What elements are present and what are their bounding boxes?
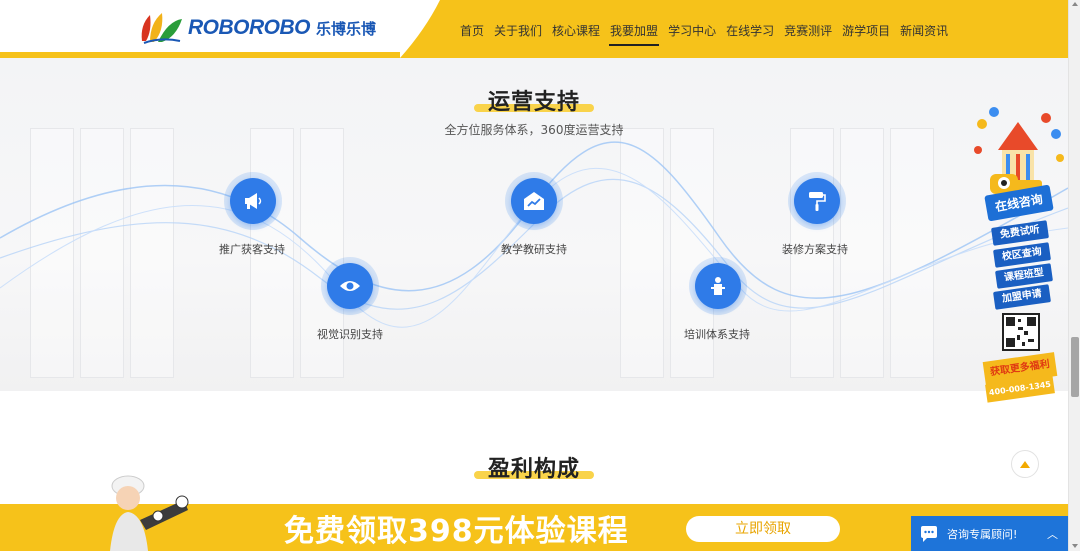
chat-widget[interactable]: 咨询专属顾问! ︿ — [911, 516, 1068, 551]
chart-envelope-icon — [524, 192, 544, 210]
ops-node-label: 装修方案支持 — [782, 243, 848, 256]
chat-label: 咨询专属顾问! — [947, 527, 1018, 541]
ops-node-decoration[interactable] — [788, 172, 846, 230]
leaf-logo-icon — [141, 13, 182, 44]
nav-courses[interactable]: 核心课程 — [547, 0, 605, 58]
logo-chinese-name: 乐博乐博 — [316, 19, 377, 38]
ops-section-title: 运营支持 — [488, 90, 581, 115]
nav-franchise[interactable]: 我要加盟 — [605, 0, 663, 58]
eye-icon — [340, 281, 360, 291]
scroll-to-top-button[interactable] — [1011, 450, 1039, 478]
profit-title-wrap: 盈利构成 — [474, 451, 595, 483]
ops-node-promotion[interactable] — [224, 172, 282, 230]
claim-now-button[interactable]: 立即领取 — [686, 516, 840, 542]
qr-code — [1002, 313, 1040, 351]
ops-section-subtitle: 全方位服务体系，360度运营支持 — [444, 123, 624, 137]
chat-expand-toggle[interactable]: ︿ — [1047, 526, 1058, 542]
nav-competition[interactable]: 竞赛测评 — [779, 0, 837, 58]
ops-node-visual-identity[interactable] — [321, 257, 379, 315]
node-core — [230, 178, 276, 224]
ops-node-label: 视觉识别支持 — [317, 328, 383, 341]
ops-node-label: 培训体系支持 — [684, 328, 750, 341]
qr-code-icon — [1006, 317, 1036, 347]
chat-bubble-icon — [921, 525, 937, 542]
scroll-down-arrow[interactable] — [1072, 544, 1078, 548]
paint-roller-icon — [809, 192, 826, 211]
node-core — [695, 263, 741, 309]
node-core — [511, 178, 557, 224]
lectern-icon — [711, 277, 725, 295]
scrollbar-thumb[interactable] — [1071, 337, 1079, 397]
kid-with-robot-image — [110, 475, 189, 551]
scroll-up-arrow[interactable] — [1072, 2, 1078, 6]
node-core — [794, 178, 840, 224]
main-nav: 首页 关于我们 核心课程 我要加盟 学习中心 在线学习 竞赛测评 游学项目 新闻… — [455, 0, 953, 58]
site-logo[interactable]: ROBOROBO 乐博乐博 — [138, 10, 376, 46]
site-header: ROBOROBO 乐博乐博 首页 关于我们 核心课程 我要加盟 学习中心 在线学… — [0, 0, 1080, 58]
free-course-promo-text: 免费领取398元体验课程 — [284, 514, 629, 549]
ops-node-training[interactable] — [689, 257, 747, 315]
megaphone-icon — [245, 193, 262, 209]
ops-node-teaching-research[interactable] — [505, 172, 563, 230]
nav-study-tour[interactable]: 游学项目 — [837, 0, 895, 58]
nav-learning-center[interactable]: 学习中心 — [663, 0, 721, 58]
profit-section-title: 盈利构成 — [488, 457, 581, 482]
nav-news[interactable]: 新闻资讯 — [895, 0, 953, 58]
nav-home[interactable]: 首页 — [455, 0, 489, 58]
page-scrollbar[interactable] — [1068, 0, 1080, 551]
ops-node-label: 推广获客支持 — [219, 243, 285, 256]
logo-wordmark: ROBOROBO — [188, 16, 311, 39]
ops-title-wrap: 运营支持 — [474, 84, 595, 116]
node-core — [327, 263, 373, 309]
nav-about[interactable]: 关于我们 — [489, 0, 547, 58]
chevron-up-icon — [1020, 460, 1030, 468]
ops-node-label: 教学教研支持 — [501, 243, 567, 256]
nav-online-learning[interactable]: 在线学习 — [721, 0, 779, 58]
